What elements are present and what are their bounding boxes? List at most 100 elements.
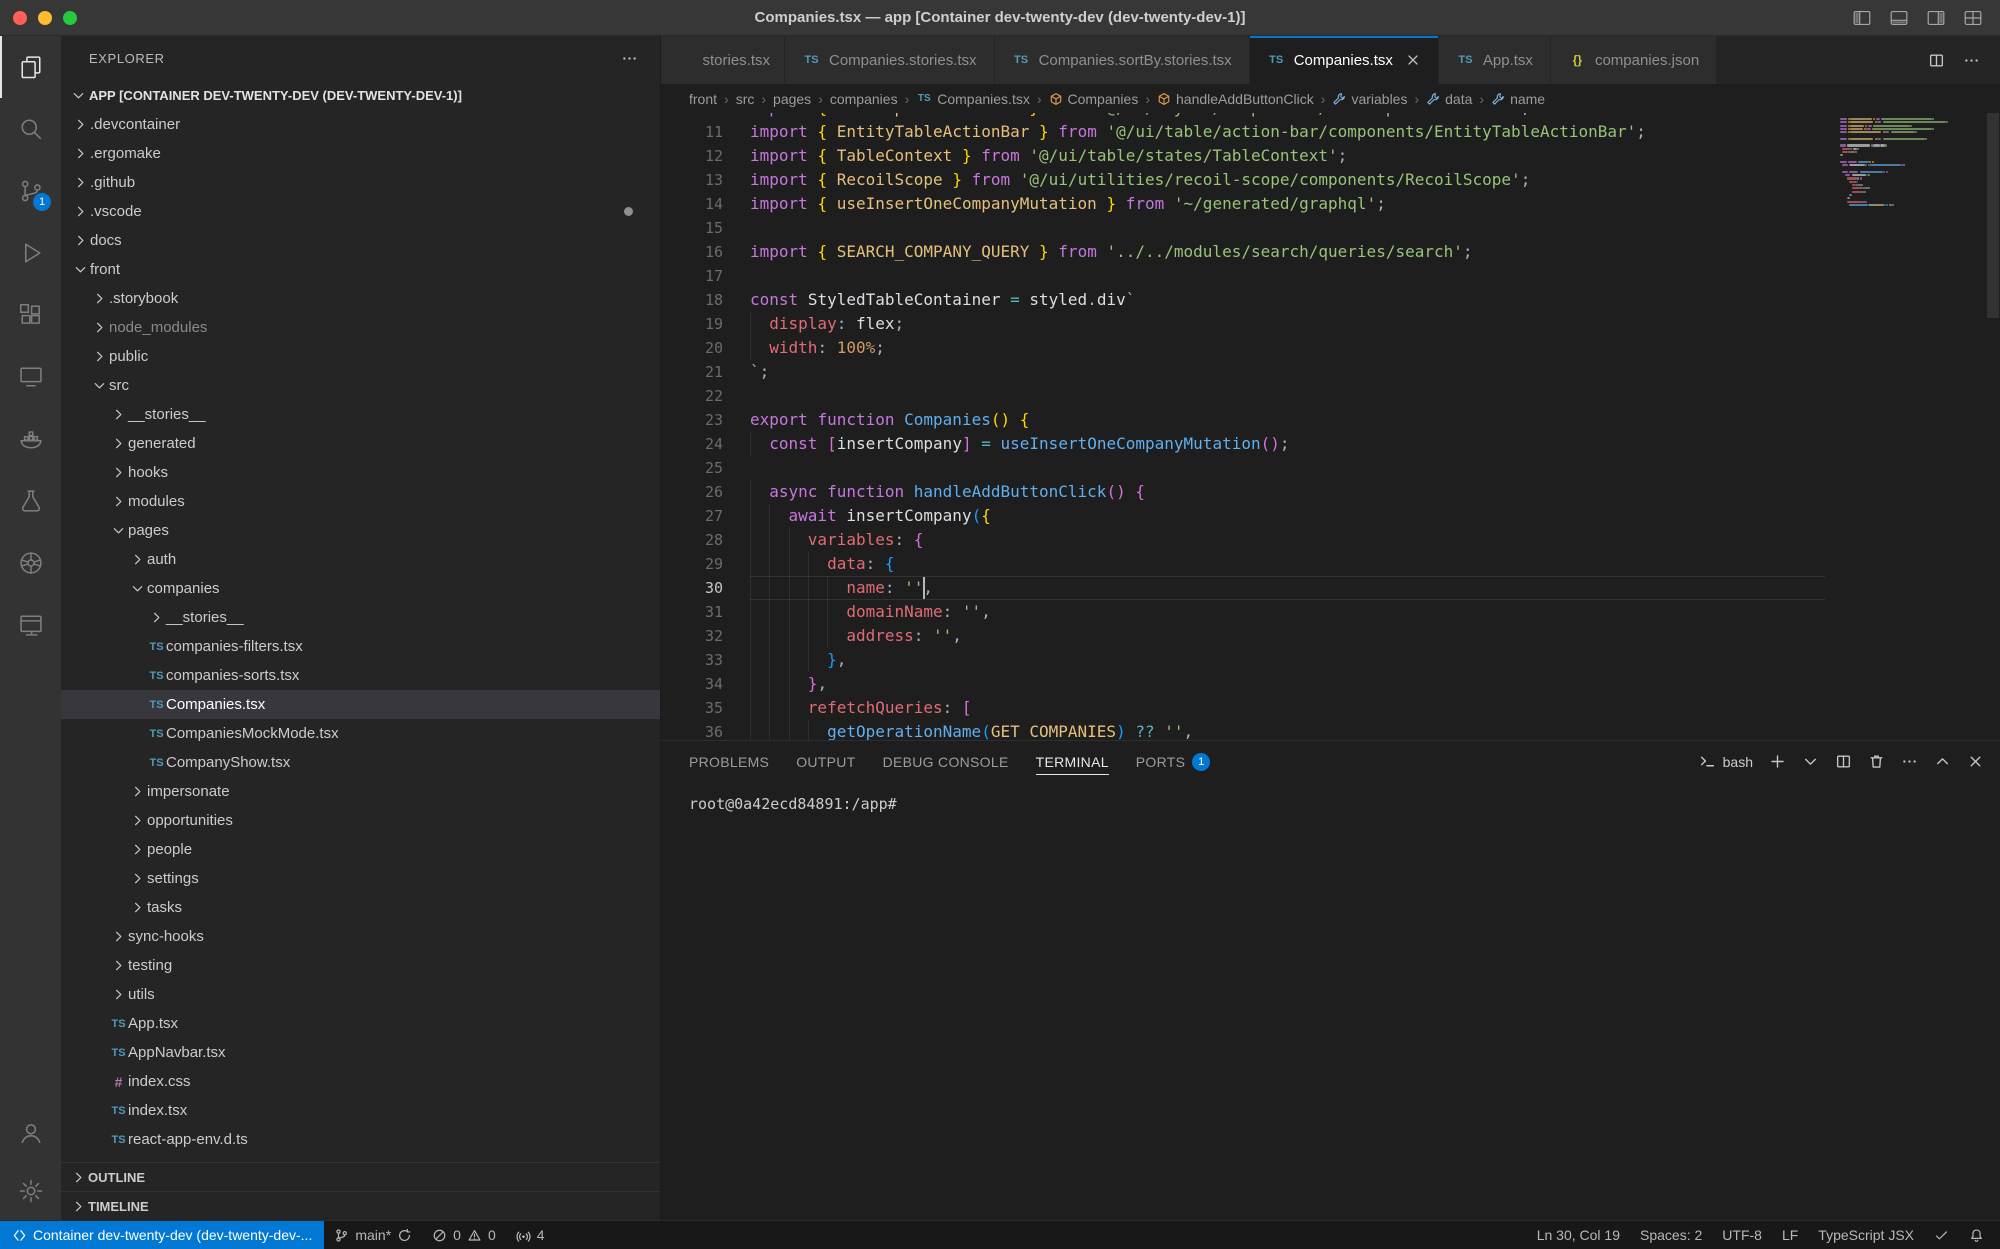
problems-indicator[interactable]: 0 0 (422, 1221, 506, 1249)
code-line-35[interactable]: 35 refetchQueries: [ (661, 696, 1825, 720)
line-content[interactable]: address: '', (750, 624, 1825, 648)
activity-explorer-button[interactable] (0, 36, 61, 98)
notifications-indicator[interactable] (1959, 1221, 1994, 1249)
line-content[interactable]: }, (750, 672, 1825, 696)
ports-indicator[interactable]: 4 (506, 1221, 555, 1249)
activity-remote-explorer-button[interactable] (0, 346, 61, 408)
code-line-29[interactable]: 29 data: { (661, 552, 1825, 576)
split-editor-button[interactable] (1928, 52, 1945, 69)
line-number[interactable]: 21 (661, 360, 750, 384)
tab-companies-tsx[interactable]: TSCompanies.tsx (1250, 36, 1439, 84)
remote-indicator[interactable]: Container dev-twenty-dev (dev-twenty-dev… (0, 1221, 324, 1249)
code-line-18[interactable]: 18const StyledTableContainer = styled.di… (661, 288, 1825, 312)
customize-layout-icon[interactable] (1962, 7, 1984, 29)
tree-item-stories[interactable]: __stories__ (61, 400, 660, 429)
editor-scrollbar[interactable] (1986, 113, 2000, 740)
breadcrumb-src[interactable]: src (736, 91, 755, 107)
line-content[interactable] (750, 264, 1825, 288)
encoding-indicator[interactable]: UTF-8 (1712, 1221, 1772, 1249)
minimize-window-button[interactable] (38, 11, 52, 25)
line-content[interactable]: domainName: '', (750, 600, 1825, 624)
breadcrumb-companies[interactable]: Companies (1049, 91, 1139, 107)
activity-testing-button[interactable] (0, 470, 61, 532)
code-line-15[interactable]: 15 (661, 216, 1825, 240)
terminal-profile-dropdown[interactable] (1802, 753, 1819, 770)
tree-item-settings[interactable]: settings (61, 864, 660, 893)
tree-item-node-modules[interactable]: node_modules (61, 313, 660, 342)
line-number[interactable]: 12 (661, 144, 750, 168)
panel-tab-debug-console[interactable]: DEBUG CONSOLE (883, 741, 1009, 782)
line-number[interactable]: 35 (661, 696, 750, 720)
tree-item-companies-sorts-tsx[interactable]: TScompanies-sorts.tsx (61, 661, 660, 690)
line-number[interactable]: 26 (661, 480, 750, 504)
tree-item-pages[interactable]: pages (61, 516, 660, 545)
tree-item-public[interactable]: public (61, 342, 660, 371)
tree-item-modules[interactable]: modules (61, 487, 660, 516)
line-content[interactable] (750, 456, 1825, 480)
maximize-panel-button[interactable] (1934, 753, 1951, 770)
tab-stories-tsx[interactable]: stories.tsx (661, 36, 785, 84)
toggle-panel-icon[interactable] (1888, 7, 1910, 29)
editor-more-actions-button[interactable] (1963, 52, 1980, 69)
panel-tab-output[interactable]: OUTPUT (796, 741, 855, 782)
tree-item-ergomake[interactable]: .ergomake (61, 139, 660, 168)
line-content[interactable]: variables: { (750, 528, 1825, 552)
tree-item-app-tsx[interactable]: TSApp.tsx (61, 1009, 660, 1038)
section-outline[interactable]: OUTLINE (61, 1162, 660, 1191)
code-line-28[interactable]: 28 variables: { (661, 528, 1825, 552)
tree-item-index-tsx[interactable]: TSindex.tsx (61, 1096, 660, 1125)
code-lines[interactable]: 10import { WithTopBarContainer } from '@… (661, 113, 1825, 740)
line-number[interactable]: 29 (661, 552, 750, 576)
line-content[interactable] (750, 384, 1825, 408)
close-panel-button[interactable] (1967, 753, 1984, 770)
line-number[interactable]: 28 (661, 528, 750, 552)
code-line-19[interactable]: 19 display: flex; (661, 312, 1825, 336)
line-content[interactable]: const [insertCompany] = useInsertOneComp… (750, 432, 1825, 456)
line-content[interactable]: export function Companies() { (750, 408, 1825, 432)
line-number[interactable]: 10 (661, 113, 750, 120)
tree-item-src[interactable]: src (61, 371, 660, 400)
line-content[interactable] (750, 216, 1825, 240)
breadcrumb-name[interactable]: name (1491, 91, 1545, 107)
panel-more-actions-button[interactable] (1901, 753, 1918, 770)
code-line-26[interactable]: 26 async function handleAddButtonClick()… (661, 480, 1825, 504)
line-content[interactable]: import { WithTopBarContainer } from '@/u… (750, 113, 1825, 120)
terminal[interactable]: root@0a42ecd84891:/app# (661, 782, 2000, 1220)
breadcrumb-pages[interactable]: pages (773, 91, 811, 107)
prettier-indicator[interactable] (1924, 1221, 1959, 1249)
toggle-primary-sidebar-icon[interactable] (1851, 7, 1873, 29)
tree-item-companies[interactable]: companies (61, 574, 660, 603)
language-mode-indicator[interactable]: TypeScript JSX (1808, 1221, 1924, 1249)
activity-kubernetes-button[interactable] (0, 532, 61, 594)
eol-indicator[interactable]: LF (1772, 1221, 1808, 1249)
activity-manage-button[interactable] (0, 1162, 61, 1220)
activity-source-control-button[interactable]: 1 (0, 160, 61, 222)
line-content[interactable]: import { SEARCH_COMPANY_QUERY } from '..… (750, 240, 1825, 264)
split-terminal-button[interactable] (1835, 753, 1852, 770)
panel-tab-terminal[interactable]: TERMINAL (1036, 741, 1109, 782)
tree-item-vscode[interactable]: .vscode (61, 197, 660, 226)
line-number[interactable]: 34 (661, 672, 750, 696)
tab-companies-sortby-stories-tsx[interactable]: TSCompanies.sortBy.stories.tsx (995, 36, 1250, 84)
tree-item-companies-filters-tsx[interactable]: TScompanies-filters.tsx (61, 632, 660, 661)
breadcrumb-variables[interactable]: variables (1332, 91, 1407, 107)
activity-extensions-button[interactable] (0, 284, 61, 346)
line-content[interactable]: name: '', (750, 576, 1825, 600)
activity-docker-button[interactable] (0, 408, 61, 470)
toggle-secondary-sidebar-icon[interactable] (1925, 7, 1947, 29)
tree-item-tasks[interactable]: tasks (61, 893, 660, 922)
tree-item-storybook[interactable]: .storybook (61, 284, 660, 313)
sidebar-more-actions-button[interactable] (621, 50, 638, 67)
code-line-33[interactable]: 33 }, (661, 648, 1825, 672)
line-number[interactable]: 30 (661, 576, 750, 600)
code-line-14[interactable]: 14import { useInsertOneCompanyMutation }… (661, 192, 1825, 216)
section-timeline[interactable]: TIMELINE (61, 1191, 660, 1220)
tree-item-react-app-env-d-ts[interactable]: TSreact-app-env.d.ts (61, 1125, 660, 1154)
line-content[interactable]: getOperationName(GET_COMPANIES) ?? '', (750, 720, 1825, 740)
line-number[interactable]: 23 (661, 408, 750, 432)
tree-item-hooks[interactable]: hooks (61, 458, 660, 487)
breadcrumb-companies-tsx[interactable]: TSCompanies.tsx (916, 91, 1030, 107)
code-line-27[interactable]: 27 await insertCompany({ (661, 504, 1825, 528)
tree-item-devcontainer[interactable]: .devcontainer (61, 110, 660, 139)
code-line-16[interactable]: 16import { SEARCH_COMPANY_QUERY } from '… (661, 240, 1825, 264)
